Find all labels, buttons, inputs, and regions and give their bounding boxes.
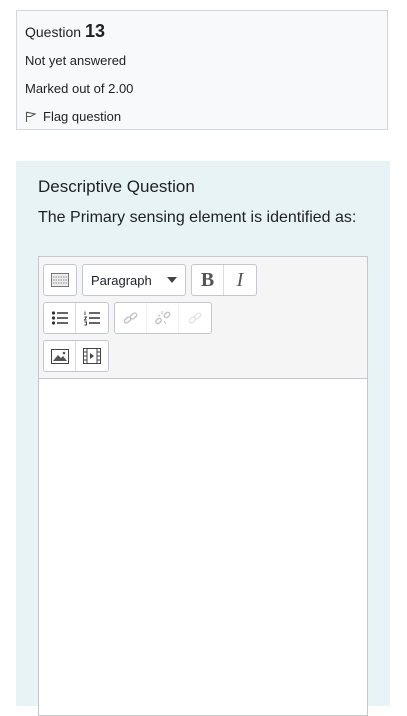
- format-group: Paragraph: [82, 264, 186, 296]
- link-button[interactable]: [115, 303, 147, 333]
- list-group: [43, 302, 109, 334]
- emoticon-button[interactable]: [179, 303, 211, 333]
- style-group: B I: [191, 264, 257, 296]
- format-select-value: Paragraph: [91, 272, 152, 288]
- question-prefix: Question: [25, 24, 82, 40]
- ordered-list-button[interactable]: [76, 303, 108, 333]
- unlink-button[interactable]: [147, 303, 179, 333]
- flag-question-label: Flag question: [43, 109, 122, 124]
- question-content: Descriptive Question The Primary sensing…: [16, 161, 390, 716]
- insert-media-button[interactable]: [76, 341, 108, 371]
- emoticon-icon: [186, 310, 204, 326]
- toolbar-row-3: [43, 337, 363, 375]
- unlink-icon: [154, 310, 172, 326]
- toolbar-toggle-icon: [51, 273, 69, 287]
- question-number: Question 13: [25, 21, 379, 43]
- image-icon: [50, 348, 69, 364]
- flag-question-link[interactable]: Flag question: [25, 107, 379, 127]
- toolbar-toggle-group: [43, 264, 77, 296]
- toolbar-toggle-button[interactable]: [44, 265, 76, 295]
- unordered-list-icon: [51, 310, 69, 326]
- unordered-list-button[interactable]: [44, 303, 76, 333]
- media-icon: [83, 348, 101, 364]
- question-status: Not yet answered: [25, 53, 127, 68]
- link-group: [114, 302, 212, 334]
- question-info-panel: Question 13 Not yet answered Marked out …: [16, 10, 388, 130]
- question-marks: Marked out of 2.00: [25, 81, 134, 96]
- ordered-list-icon: [83, 310, 101, 326]
- insert-image-button[interactable]: [44, 341, 76, 371]
- bold-label: B: [200, 268, 215, 291]
- toolbar-row-1: Paragraph B I: [43, 261, 363, 299]
- question-number-value: 13: [85, 21, 106, 41]
- link-icon: [122, 310, 140, 326]
- italic-label: I: [236, 268, 244, 291]
- question-text: The Primary sensing element is identifie…: [38, 209, 357, 226]
- media-group: [43, 340, 109, 372]
- chevron-down-icon: [167, 277, 177, 283]
- answer-text-area[interactable]: [39, 379, 367, 715]
- paragraph-format-select[interactable]: Paragraph: [83, 265, 185, 295]
- editor-toolbar: Paragraph B I: [39, 257, 367, 379]
- bold-button[interactable]: B: [192, 265, 224, 295]
- flag-icon: [25, 111, 37, 123]
- italic-button[interactable]: I: [224, 265, 256, 295]
- question-type-title: Descriptive Question: [38, 177, 195, 196]
- toolbar-row-2: [43, 299, 363, 337]
- answer-editor: Paragraph B I: [38, 256, 368, 716]
